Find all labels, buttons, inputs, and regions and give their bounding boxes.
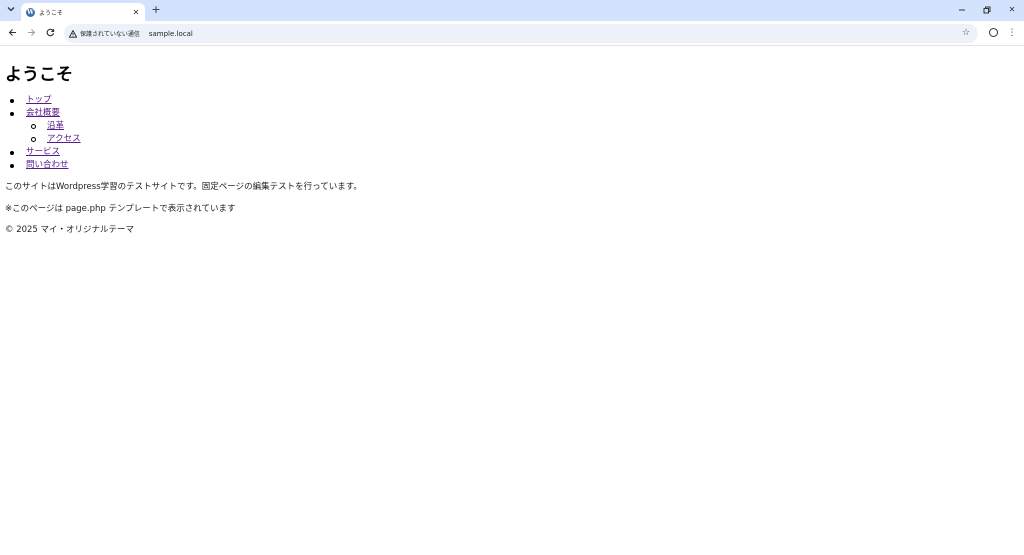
plus-icon: + [151,3,161,16]
minimize-icon [958,7,966,16]
tab-title: ようこそ [39,9,64,17]
page-title: ようこそ [5,65,73,85]
nav-item-top: トップ [0,94,81,107]
chevron-down-icon [7,6,15,14]
nav-item-company: 会社概要 [0,107,81,120]
tab-active[interactable]: W ようこそ ✕ [21,3,145,21]
restore-icon [983,6,991,16]
nav-item-contact: 問い合わせ [0,159,81,172]
tab-strip: W ようこそ ✕ + ✕ [0,0,1024,21]
main-navigation: トップ 会社概要 沿革 アクセス サービス 問い合わせ [0,94,81,172]
wordpress-icon: W [26,7,35,17]
nav-link-contact[interactable]: 問い合わせ [26,160,69,170]
nav-link-company[interactable]: 会社概要 [26,108,60,118]
minimize-button[interactable] [953,3,971,17]
arrow-right-icon [27,29,36,40]
template-note: ※このページは page.php テンプレートで表示されています [5,204,236,214]
intro-paragraph: このサイトはWordpress学習のテストサイトです。固定ページの編集テストを行… [5,182,362,192]
warning-icon[interactable] [69,29,77,38]
profile-button[interactable] [986,26,1000,40]
window-close-button[interactable]: ✕ [1003,3,1021,17]
page-content: ようこそ トップ 会社概要 沿革 アクセス サービス 問い合わせ このサイトはW… [0,47,1024,555]
nav-link-service[interactable]: サービス [26,147,60,157]
reload-icon [46,28,55,40]
tab-close-icon[interactable]: ✕ [131,8,141,17]
new-tab-button[interactable]: + [150,4,162,16]
nav-link-history[interactable]: 沿革 [47,121,64,131]
arrow-left-icon [8,29,17,40]
bookmark-star-icon[interactable]: ☆ [960,27,972,39]
nav-subitem-access: アクセス [0,133,81,146]
footer-copyright: © 2025 マイ・オリジナルテーマ [5,225,135,235]
tab-search-button[interactable] [4,3,18,17]
address-bar[interactable]: 保護されていない通信 sample.local ☆ [64,24,978,43]
nav-link-access[interactable]: アクセス [47,134,81,144]
nav-subitem-history: 沿革 [0,120,81,133]
profile-icon [988,28,998,37]
reload-button[interactable] [43,26,57,40]
forward-button[interactable] [24,26,38,40]
nav-link-top[interactable]: トップ [26,95,52,105]
kebab-menu-icon: ⋮ [1007,28,1017,38]
browser-toolbar: 保護されていない通信 sample.local ☆ ⋮ [0,21,1024,46]
restore-button[interactable] [978,3,996,17]
close-icon: ✕ [1008,5,1016,14]
menu-button[interactable]: ⋮ [1005,26,1019,40]
security-status-label[interactable]: 保護されていない通信 [80,29,140,38]
nav-item-service: サービス [0,146,81,159]
back-button[interactable] [5,26,19,40]
url-text[interactable]: sample.local [149,30,193,38]
